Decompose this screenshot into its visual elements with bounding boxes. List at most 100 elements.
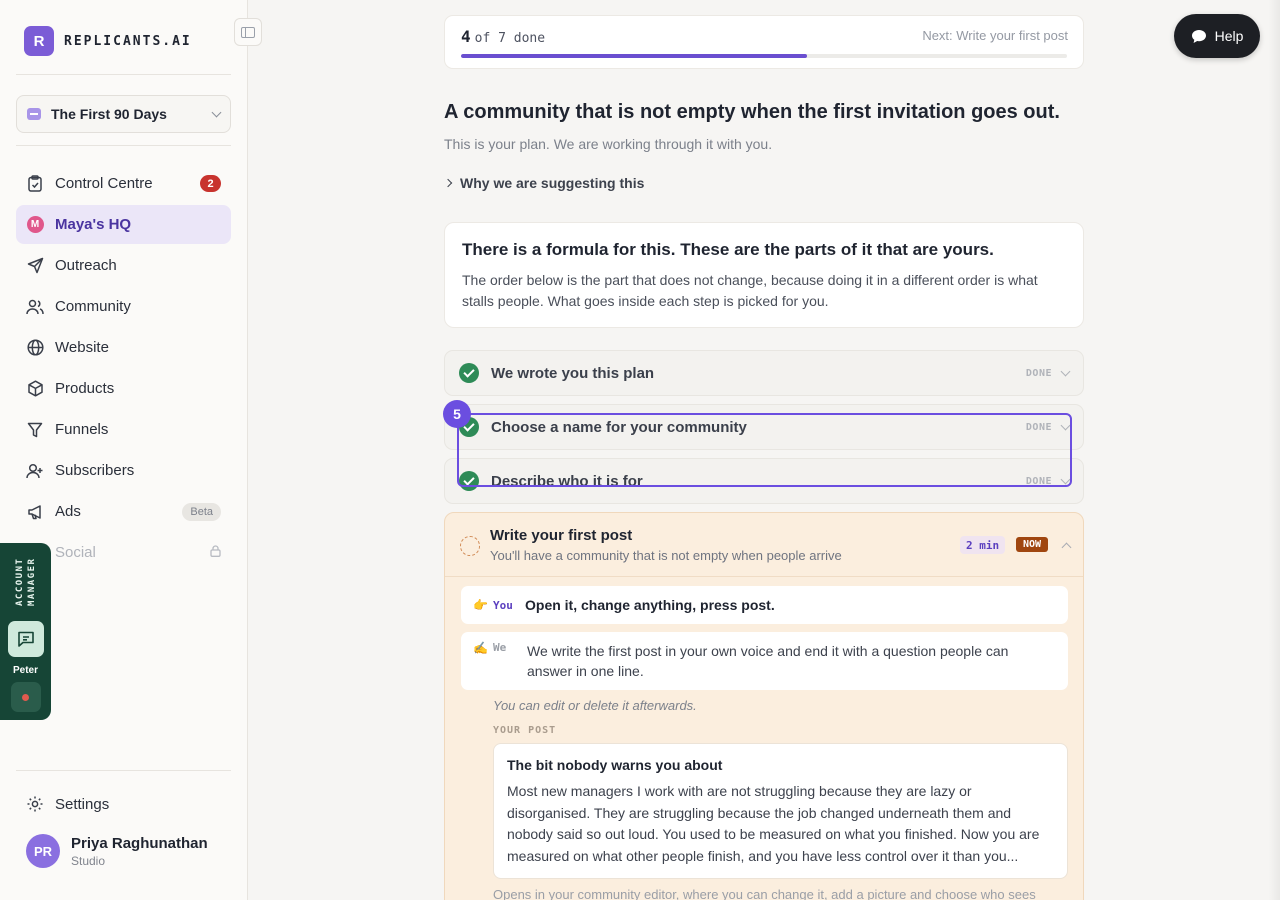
- record-button[interactable]: [10, 682, 41, 712]
- progress-bar: [461, 54, 1067, 58]
- active-step-card: Write your first post You'll have a comm…: [444, 512, 1084, 900]
- beta-badge: Beta: [182, 502, 221, 521]
- chevron-down-icon: [211, 107, 222, 117]
- sidebar-item-funnels[interactable]: Funnels: [16, 410, 231, 449]
- sidebar-item-outreach[interactable]: Outreach: [16, 246, 231, 285]
- settings-link[interactable]: Settings: [16, 786, 231, 822]
- box-icon: [26, 380, 44, 398]
- subscribers-icon: [26, 462, 44, 480]
- globe-icon: [26, 339, 44, 357]
- people-icon: [26, 298, 44, 316]
- notification-badge: 2: [200, 175, 221, 192]
- we-label: We: [493, 641, 507, 654]
- time-estimate-badge: 2 min: [960, 536, 1006, 554]
- sidebar-item-label: Control Centre: [55, 175, 153, 192]
- edit-note: You can edit or delete it afterwards.: [493, 698, 697, 713]
- user-profile[interactable]: PR Priya Raghunathan Studio: [26, 834, 208, 868]
- page-subtitle: This is your plan. We are working throug…: [444, 136, 773, 152]
- brand[interactable]: R REPLICANTS.AI: [24, 26, 192, 56]
- settings-label: Settings: [55, 795, 110, 813]
- sidebar-item-community[interactable]: Community: [16, 287, 231, 326]
- sidebar-item-ads[interactable]: Ads Beta: [16, 492, 231, 531]
- sidebar-toggle-icon: [241, 26, 255, 38]
- you-task-row: 👉 You Open it, change anything, press po…: [461, 586, 1068, 624]
- edge-shade: [1268, 0, 1280, 900]
- brand-name: REPLICANTS.AI: [64, 33, 192, 49]
- post-title: The bit nobody warns you about: [507, 757, 723, 773]
- divider: [16, 74, 231, 75]
- active-step-header[interactable]: Write your first post You'll have a comm…: [445, 513, 1083, 577]
- sidebar-nav: Control Centre 2 M Maya's HQ Outreach Co…: [16, 164, 231, 574]
- writing-hand-icon: ✍: [473, 641, 488, 655]
- sidebar-item-label: Community: [55, 298, 131, 315]
- step-row[interactable]: We wrote you this plan DONE: [444, 350, 1084, 396]
- project-switcher[interactable]: The First 90 Days: [16, 95, 231, 133]
- megaphone-icon: [26, 503, 44, 521]
- step-title: We wrote you this plan: [491, 364, 655, 382]
- progress-count: 4 of 7 done: [461, 27, 546, 46]
- help-label: Help: [1214, 28, 1244, 44]
- gear-icon: [26, 795, 44, 813]
- sidebar-toggle-button[interactable]: [234, 18, 262, 46]
- we-task-text: We write the first post in your own voic…: [527, 643, 1009, 679]
- record-icon: [22, 693, 29, 701]
- formula-body: The order below is the part that does no…: [462, 272, 1038, 309]
- active-step-subtitle: You'll have a community that is not empt…: [490, 548, 842, 563]
- sidebar-item-label: Ads: [55, 503, 81, 520]
- now-badge: NOW: [1016, 537, 1049, 552]
- step-status: DONE: [1025, 367, 1052, 379]
- sidebar-item-mayas-hq[interactable]: M Maya's HQ: [16, 205, 231, 244]
- sidebar-item-label: Website: [55, 339, 109, 356]
- post-section-label: YOUR POST: [493, 725, 557, 736]
- sidebar-item-label: Funnels: [55, 421, 109, 438]
- chat-button[interactable]: [7, 621, 44, 657]
- post-footnote: Opens in your community editor, where yo…: [493, 887, 1036, 900]
- active-step-title: Write your first post: [490, 527, 633, 544]
- account-manager-name: Peter: [12, 665, 38, 676]
- sidebar-item-label: Outreach: [55, 257, 117, 274]
- project-name: The First 90 Days: [51, 106, 167, 122]
- highlight-frame: [457, 413, 1072, 487]
- sidebar-item-products[interactable]: Products: [16, 369, 231, 408]
- send-icon: [26, 257, 44, 275]
- brand-logo-icon: R: [24, 26, 54, 56]
- highlight-badge: 5: [443, 400, 471, 428]
- progress-card: 4 of 7 done Next: Write your first post: [444, 15, 1084, 69]
- account-manager-widget: ACCOUNT MANAGER Peter: [0, 543, 51, 720]
- briefcase-icon: [27, 108, 41, 120]
- why-toggle[interactable]: Why we are suggesting this: [443, 175, 644, 191]
- formula-card: There is a formula for this. These are t…: [444, 222, 1084, 328]
- post-body: Most new managers I work with are not st…: [507, 783, 1040, 864]
- next-step-label: Next: Write your first post: [922, 28, 1068, 43]
- sidebar-item-label: Maya's HQ: [55, 216, 132, 233]
- page-title: A community that is not empty when the f…: [444, 101, 1060, 123]
- user-name: Priya Raghunathan: [71, 834, 208, 852]
- sidebar-item-label: Products: [55, 380, 115, 397]
- chevron-right-icon: [443, 178, 453, 188]
- formula-title: There is a formula for this. These are t…: [462, 240, 994, 259]
- you-task-text: Open it, change anything, press post.: [525, 597, 775, 613]
- pointing-hand-icon: 👉: [473, 598, 488, 612]
- sidebar-item-label: Social: [55, 544, 96, 561]
- you-label: You: [493, 598, 513, 612]
- chat-bubble-icon: [1191, 29, 1207, 44]
- clipboard-icon: [26, 175, 44, 193]
- avatar: PR: [26, 834, 60, 868]
- check-icon: [459, 363, 479, 383]
- divider: [16, 770, 231, 771]
- help-button[interactable]: Help: [1174, 14, 1260, 58]
- sidebar-item-subscribers[interactable]: Subscribers: [16, 451, 231, 490]
- chevron-up-icon: [1061, 542, 1072, 553]
- maya-avatar-icon: M: [26, 216, 44, 234]
- chat-icon: [17, 631, 34, 647]
- chevron-down-icon: [1060, 366, 1071, 376]
- funnel-icon: [26, 421, 44, 439]
- we-task-row: ✍ We We write the first post in your own…: [461, 632, 1068, 690]
- sidebar: R REPLICANTS.AI The First 90 Days Contro…: [0, 0, 248, 900]
- account-manager-label: ACCOUNT MANAGER: [14, 557, 37, 607]
- sidebar-item-control-centre[interactable]: Control Centre 2: [16, 164, 231, 203]
- post-preview[interactable]: The bit nobody warns you about Most new …: [493, 743, 1068, 879]
- pending-circle-icon: [460, 536, 480, 556]
- sidebar-item-label: Subscribers: [55, 462, 135, 479]
- sidebar-item-website[interactable]: Website: [16, 328, 231, 367]
